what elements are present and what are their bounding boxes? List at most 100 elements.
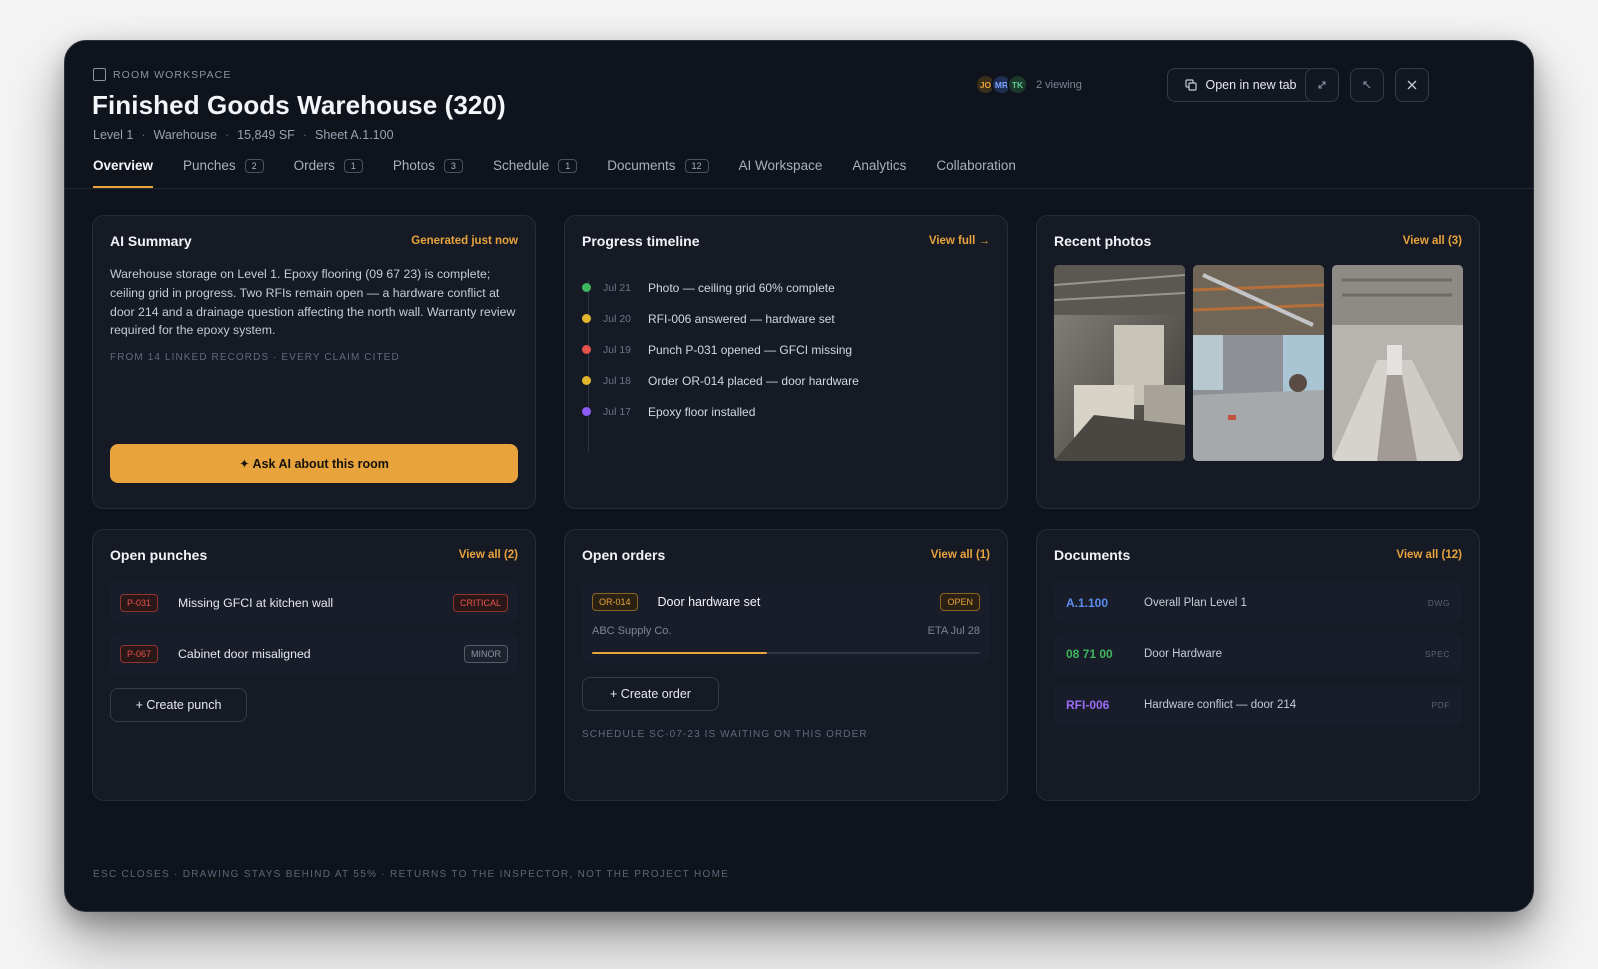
open-orders-card: Open orders View all (1) OR-014 Door har… <box>564 529 1008 801</box>
meta-area: 15,849 SF <box>237 128 295 142</box>
close-icon <box>1407 80 1417 90</box>
order-name: Door hardware set <box>657 595 761 609</box>
expand-button[interactable] <box>1305 68 1339 102</box>
timeline-dot <box>582 283 591 292</box>
photo-thumbnail[interactable] <box>1332 265 1463 461</box>
tab-count-badge: 12 <box>684 159 709 173</box>
timeline-list: Jul 21 Photo — ceiling grid 60% complete J… <box>582 266 859 433</box>
active-viewers: JO MR TK 2 viewing <box>975 74 1082 95</box>
document-name: Hardware conflict — door 214 <box>1144 698 1297 711</box>
order-vendor: ABC Supply Co. <box>592 625 672 637</box>
tab-orders[interactable]: Orders 1 <box>294 158 363 188</box>
card-title: AI Summary <box>110 233 192 249</box>
view-all-punches-link[interactable]: View all (2) <box>459 549 518 561</box>
tab-collaboration[interactable]: Collaboration <box>936 158 1016 188</box>
document-code: 08 71 00 <box>1066 646 1113 661</box>
status-badge: OPEN <box>940 593 980 611</box>
card-title: Progress timeline <box>582 233 700 249</box>
ai-summary-card: AI Summary Generated just now Warehouse … <box>92 215 536 509</box>
photo-thumbnail[interactable] <box>1054 265 1185 461</box>
timeline-text: Order OR-014 placed — door hardware <box>648 373 859 388</box>
meta-sheet[interactable]: Sheet A.1.100 <box>315 128 394 142</box>
room-workspace-modal: ROOM WORKSPACE Finished Goods Warehouse … <box>64 40 1534 912</box>
order-row[interactable]: OR-014 Door hardware set OPEN ABC Supply… <box>582 583 990 663</box>
document-code: RFI-006 <box>1066 697 1110 712</box>
card-title: Open orders <box>582 547 666 563</box>
keyboard-hint-footer: ESC CLOSES · DRAWING STAYS BEHIND AT 55%… <box>93 869 730 880</box>
collapse-button[interactable] <box>1350 68 1384 102</box>
document-row[interactable]: RFI-006 Hardware conflict — door 214 PDF <box>1054 684 1462 725</box>
timeline-date: Jul 20 <box>603 312 632 325</box>
document-row[interactable]: 08 71 00 Door Hardware SPEC <box>1054 633 1462 674</box>
view-all-orders-link[interactable]: View all (1) <box>931 549 990 561</box>
timeline-dot <box>582 345 591 354</box>
new-tab-icon <box>1185 79 1198 91</box>
tab-punches[interactable]: Punches 2 <box>183 158 264 188</box>
collapse-icon <box>1363 81 1371 89</box>
close-button[interactable] <box>1395 68 1429 102</box>
punch-id-tag: P-067 <box>120 644 159 663</box>
meta-type: Warehouse <box>153 128 217 142</box>
avatar[interactable]: TK <box>1007 74 1028 95</box>
document-type: SPEC <box>1424 648 1450 659</box>
tab-count-badge: 2 <box>244 159 264 173</box>
tab-overview[interactable]: Overview <box>93 158 154 188</box>
create-order-button[interactable]: + Create order <box>582 677 719 711</box>
tab-documents[interactable]: Documents 12 <box>607 158 709 188</box>
schedule-dependency-note: SCHEDULE SC-07-23 IS WAITING ON THIS ORD… <box>582 729 868 740</box>
timeline-text: Punch P-031 opened — GFCI missing <box>648 342 853 357</box>
timeline-date: Jul 21 <box>603 281 632 294</box>
order-eta: ETA Jul 28 <box>927 625 980 637</box>
timeline-date: Jul 17 <box>603 405 632 418</box>
expand-icon <box>1318 81 1326 89</box>
document-row[interactable]: A.1.100 Overall Plan Level 1 DWG <box>1054 582 1462 623</box>
card-title: Documents <box>1054 547 1131 563</box>
tab-analytics[interactable]: Analytics <box>852 158 906 188</box>
document-name: Door Hardware <box>1144 647 1222 660</box>
order-id-tag: OR-014 <box>592 593 638 611</box>
viewing-count: 2 viewing <box>1036 78 1082 91</box>
create-punch-button[interactable]: + Create punch <box>110 688 247 722</box>
photo-strip <box>1054 265 1463 461</box>
tab-count-badge: 3 <box>443 159 463 173</box>
progress-timeline-card: Progress timeline View full → Jul 21 Phot… <box>564 215 1008 509</box>
tabs-divider <box>65 188 1533 189</box>
list-item[interactable]: P-067 Cabinet door misaligned MINOR <box>110 633 518 674</box>
tab-photos[interactable]: Photos 3 <box>393 158 463 188</box>
view-all-photos-link[interactable]: View all (3) <box>1403 235 1462 247</box>
open-punches-card: Open punches View all (2) P-031 Missing … <box>92 529 536 801</box>
timeline-dot <box>582 407 591 416</box>
view-full-link[interactable]: View full → <box>929 235 990 247</box>
documents-card: Documents View all (12) A.1.100 Overall … <box>1036 529 1480 801</box>
timeline-dot <box>582 314 591 323</box>
document-type: DWG <box>1427 597 1450 608</box>
photo-thumbnail[interactable] <box>1193 265 1324 461</box>
document-type: PDF <box>1431 699 1450 710</box>
room-meta: Level 1 · Warehouse · 15,849 SF · Sheet … <box>93 128 394 142</box>
recent-photos-card: Recent photos View all (3) <box>1036 215 1480 509</box>
timeline-date: Jul 19 <box>603 343 632 356</box>
tab-bar: Overview Punches 2 Orders 1 Photos 3 Schedu… <box>93 158 1016 188</box>
order-progress-bar <box>592 652 980 654</box>
timeline-dot <box>582 376 591 385</box>
meta-level: Level 1 <box>93 128 134 142</box>
severity-badge: MINOR <box>464 644 508 663</box>
punch-title: Cabinet door misaligned <box>178 646 311 661</box>
document-name: Overall Plan Level 1 <box>1144 596 1247 609</box>
tab-schedule[interactable]: Schedule 1 <box>493 158 578 188</box>
ask-ai-button[interactable]: ✦ Ask AI about this room <box>110 444 518 483</box>
page-title: Finished Goods Warehouse (320) <box>92 90 506 120</box>
punch-title: Missing GFCI at kitchen wall <box>178 595 334 610</box>
view-all-documents-link[interactable]: View all (12) <box>1396 549 1462 561</box>
tab-count-badge: 1 <box>343 159 363 173</box>
timeline-item[interactable]: Jul 17 Epoxy floor installed <box>582 390 859 433</box>
open-new-tab-button[interactable]: Open in new tab <box>1167 68 1315 102</box>
list-item[interactable]: P-031 Missing GFCI at kitchen wall CRITI… <box>110 582 518 623</box>
document-code: A.1.100 <box>1066 595 1109 610</box>
timeline-text: Photo — ceiling grid 60% complete <box>648 280 835 295</box>
room-square-icon <box>93 68 106 81</box>
tab-ai-workspace[interactable]: AI Workspace <box>739 158 823 188</box>
card-title: Open punches <box>110 547 208 563</box>
timeline-text: Epoxy floor installed <box>648 404 756 419</box>
workspace-eyebrow: ROOM WORKSPACE <box>93 68 231 81</box>
